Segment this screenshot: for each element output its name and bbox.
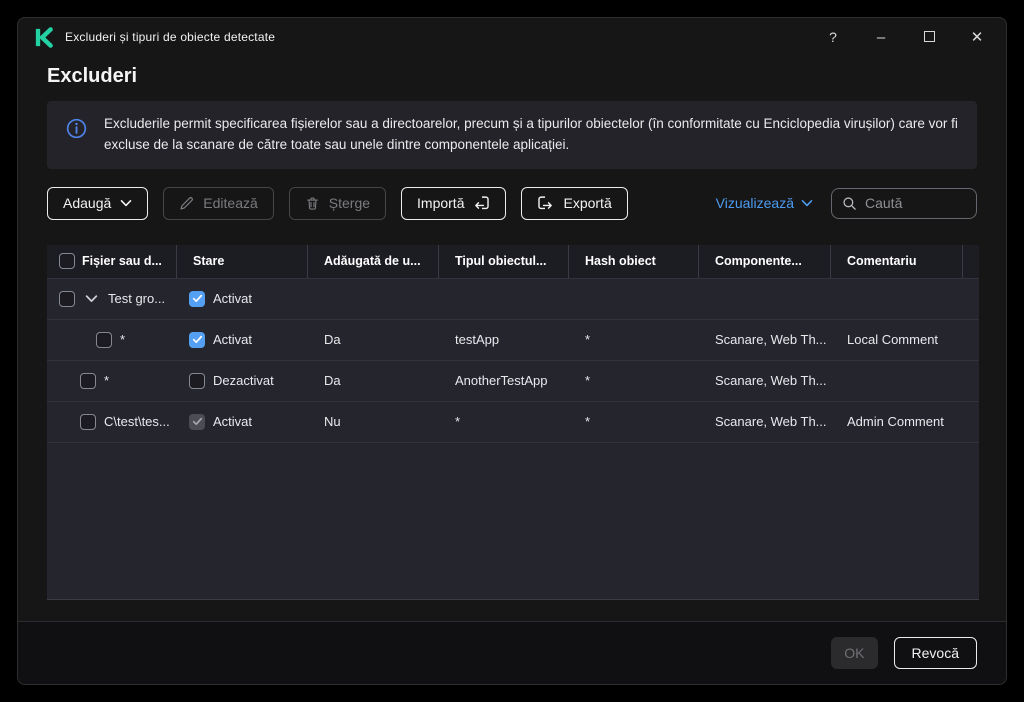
info-text: Excluderile permit specificarea fișierel…: [104, 114, 959, 156]
cell-object-type: testApp: [439, 320, 569, 360]
cell-file: Test gro...: [47, 279, 177, 319]
cell-file: C\test\tes...: [47, 402, 177, 442]
header-status[interactable]: Stare: [177, 245, 308, 278]
table-row[interactable]: * Activat Da testApp * Scanare, Web Th..…: [47, 320, 979, 361]
exclusions-table: Fișier sau d... Stare Adăugată de u... T…: [47, 245, 979, 600]
header-components[interactable]: Componente...: [699, 245, 831, 278]
import-icon: [473, 195, 490, 211]
chevron-down-icon: [120, 199, 132, 207]
cell-components: Scanare, Web Th...: [699, 402, 831, 442]
header-file[interactable]: Fișier sau d...: [47, 245, 177, 278]
cell-comment: [831, 361, 963, 401]
cancel-button[interactable]: Revocă: [894, 637, 977, 669]
import-button[interactable]: Importă: [401, 187, 506, 220]
toolbar: Adaugă Editează Șterge Importă Exportă V…: [47, 187, 977, 220]
view-dropdown-label: Vizualizează: [716, 195, 794, 211]
search-box[interactable]: [831, 188, 977, 219]
status-checkbox-checked[interactable]: [189, 332, 205, 348]
add-button[interactable]: Adaugă: [47, 187, 148, 220]
header-spacer: [963, 245, 979, 278]
table-row[interactable]: * Dezactivat Da AnotherTestApp * Scanare…: [47, 361, 979, 402]
status-label: Activat: [213, 291, 252, 306]
delete-button[interactable]: Șterge: [289, 187, 386, 220]
cell-file: *: [47, 361, 177, 401]
cell-status: Dezactivat: [177, 361, 308, 401]
header-object-type[interactable]: Tipul obiectul...: [439, 245, 569, 278]
minimize-icon[interactable]: –: [870, 29, 892, 46]
table-header-row: Fișier sau d... Stare Adăugată de u... T…: [47, 245, 979, 279]
cell-added-by-user: Da: [308, 361, 439, 401]
cell-components: Scanare, Web Th...: [699, 361, 831, 401]
chevron-down-icon: [801, 199, 813, 207]
window-controls: ? – ✕: [822, 28, 988, 46]
status-checkbox-disabled: [189, 414, 205, 430]
edit-button[interactable]: Editează: [163, 187, 273, 220]
cell-status: Activat: [177, 320, 308, 360]
cell-added-by-user: Nu: [308, 402, 439, 442]
cell-object-type: *: [439, 402, 569, 442]
export-button[interactable]: Exportă: [521, 187, 627, 220]
trash-icon: [305, 196, 320, 211]
pencil-icon: [179, 196, 194, 211]
search-icon: [842, 196, 857, 211]
cell-object-type: AnotherTestApp: [439, 361, 569, 401]
table-row[interactable]: C\test\tes... Activat Nu * * Scanare, We…: [47, 402, 979, 443]
row-checkbox[interactable]: [96, 332, 112, 348]
cell-components: Scanare, Web Th...: [699, 320, 831, 360]
info-banner: Excluderile permit specificarea fișierel…: [47, 101, 977, 169]
row-checkbox[interactable]: [80, 373, 96, 389]
cell-comment: Admin Comment: [831, 402, 963, 442]
cell-object-hash: *: [569, 402, 699, 442]
header-added-by-user[interactable]: Adăugată de u...: [308, 245, 439, 278]
window-title: Excluderi și tipuri de obiecte detectate: [65, 30, 275, 44]
select-all-checkbox[interactable]: [59, 253, 75, 269]
file-name: C\test\tes...: [104, 414, 170, 429]
group-name: Test gro...: [108, 291, 165, 306]
table-row-group[interactable]: Test gro... Activat: [47, 279, 979, 320]
status-checkbox-checked[interactable]: [189, 291, 205, 307]
status-label: Activat: [213, 332, 252, 347]
row-checkbox[interactable]: [59, 291, 75, 307]
export-icon: [537, 195, 554, 211]
maximize-icon[interactable]: [918, 29, 940, 45]
app-window: Excluderi și tipuri de obiecte detectate…: [17, 17, 1007, 685]
row-checkbox[interactable]: [80, 414, 96, 430]
cell-added-by-user: Da: [308, 320, 439, 360]
import-button-label: Importă: [417, 195, 464, 211]
ok-button[interactable]: OK: [831, 637, 877, 669]
file-name: *: [120, 332, 125, 347]
add-button-label: Adaugă: [63, 195, 111, 211]
header-object-hash[interactable]: Hash obiect: [569, 245, 699, 278]
page-title: Excluderi: [18, 56, 1006, 101]
export-button-label: Exportă: [563, 195, 611, 211]
footer-bar: OK Revocă: [18, 621, 1006, 684]
status-label: Activat: [213, 414, 252, 429]
cell-status: Activat: [177, 279, 308, 319]
table-empty-area: [47, 443, 979, 599]
status-checkbox-unchecked[interactable]: [189, 373, 205, 389]
file-name: *: [104, 373, 109, 388]
titlebar: Excluderi și tipuri de obiecte detectate…: [18, 18, 1006, 56]
cell-status: Activat: [177, 402, 308, 442]
cell-file: *: [47, 320, 177, 360]
close-icon[interactable]: ✕: [966, 28, 988, 46]
cell-comment: Local Comment: [831, 320, 963, 360]
status-label: Dezactivat: [213, 373, 274, 388]
header-comment[interactable]: Comentariu: [831, 245, 963, 278]
help-icon[interactable]: ?: [822, 29, 844, 45]
info-circle-icon: [66, 118, 87, 139]
search-input[interactable]: [865, 195, 955, 211]
chevron-down-icon[interactable]: [85, 294, 98, 303]
delete-button-label: Șterge: [329, 195, 370, 211]
kaspersky-logo: [33, 27, 54, 48]
cell-object-hash: *: [569, 320, 699, 360]
edit-button-label: Editează: [203, 195, 257, 211]
view-dropdown[interactable]: Vizualizează: [716, 195, 813, 211]
cell-object-hash: *: [569, 361, 699, 401]
